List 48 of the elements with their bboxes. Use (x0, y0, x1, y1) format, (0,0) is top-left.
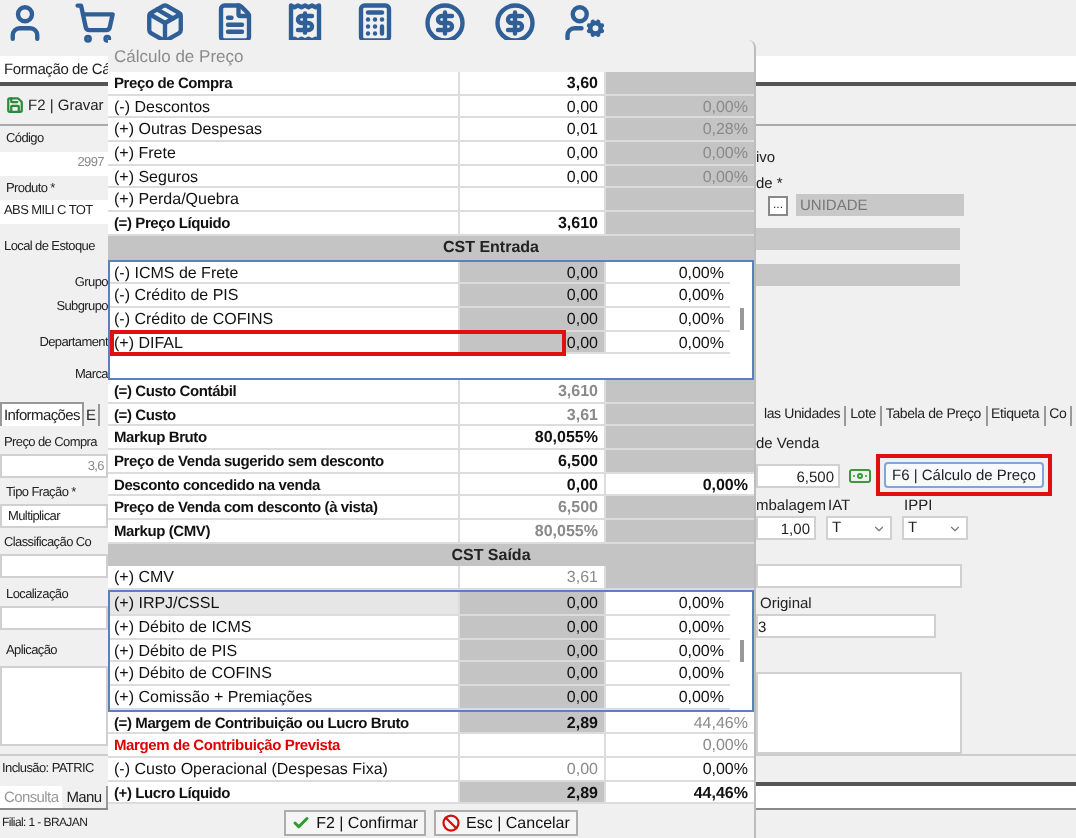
user-gear-icon[interactable] (564, 2, 606, 44)
prohibited-icon (442, 814, 461, 832)
dialog-title: Cálculo de Preço (114, 47, 244, 65)
location-field[interactable] (0, 606, 108, 630)
value-cell: 2,89 (460, 711, 606, 733)
percent-cell: 0,28% (606, 118, 754, 141)
label-cell[interactable]: (-) ICMS de Frete (110, 261, 460, 283)
value-cell: 0,00 (460, 685, 606, 708)
value-cell: 0,00 (460, 592, 606, 614)
dollar-icon[interactable] (424, 2, 466, 44)
text-field[interactable] (756, 782, 1076, 808)
scrollbar-thumb[interactable] (739, 639, 743, 662)
value-cell: 3,61 (460, 403, 606, 425)
value-cell: 0,00 (460, 615, 606, 637)
classification-field[interactable] (0, 554, 108, 578)
label-cell[interactable]: (+) Comissão + Premiações (110, 685, 460, 708)
percent-cell: 0,00% (606, 165, 754, 187)
label-cell[interactable]: (+) Débito de PIS (110, 639, 460, 661)
value-cell: 2,89 (460, 781, 606, 803)
label-cell[interactable]: (-) Crédito de PIS (110, 284, 460, 306)
scrollbar-thumb[interactable] (739, 308, 743, 331)
cancel-button[interactable]: Esc | Cancelar (434, 810, 578, 836)
dollar-icon[interactable] (494, 2, 536, 44)
value-cell: 0,00 (460, 284, 606, 306)
label-cell[interactable]: (+) Débito de COFINS (110, 662, 460, 684)
label-cell[interactable]: (-) Crédito de COFINS (110, 307, 460, 330)
value-cell: 0,00 (460, 261, 606, 283)
percent-cell: 0,00% (606, 142, 754, 164)
label-cell[interactable]: (+) Débito de ICMS (110, 615, 460, 637)
value-cell: 0,00 (460, 639, 606, 661)
section-header: CST Saída (108, 543, 754, 567)
label-cell[interactable]: (+) IRPJ/CSSL (110, 592, 460, 614)
money-icon[interactable] (848, 463, 872, 487)
value-cell: 0,00 (460, 662, 606, 684)
calculator-icon[interactable] (354, 2, 396, 44)
invoice-icon[interactable] (284, 2, 326, 44)
chevron-icon (872, 521, 886, 535)
box-icon[interactable] (144, 2, 186, 44)
chevron-icon (948, 521, 962, 535)
percent-cell: 0,00% (606, 95, 754, 117)
section-header: CST Entrada (108, 235, 754, 259)
confirm-button[interactable]: F2 | Confirmar (284, 810, 427, 836)
document-icon[interactable] (214, 2, 256, 44)
check-icon (292, 814, 311, 832)
cart-icon[interactable] (74, 2, 116, 44)
value-cell: 0,00 (460, 307, 606, 330)
save-icon (6, 96, 24, 114)
percent-cell[interactable]: 0,00% (606, 331, 730, 353)
